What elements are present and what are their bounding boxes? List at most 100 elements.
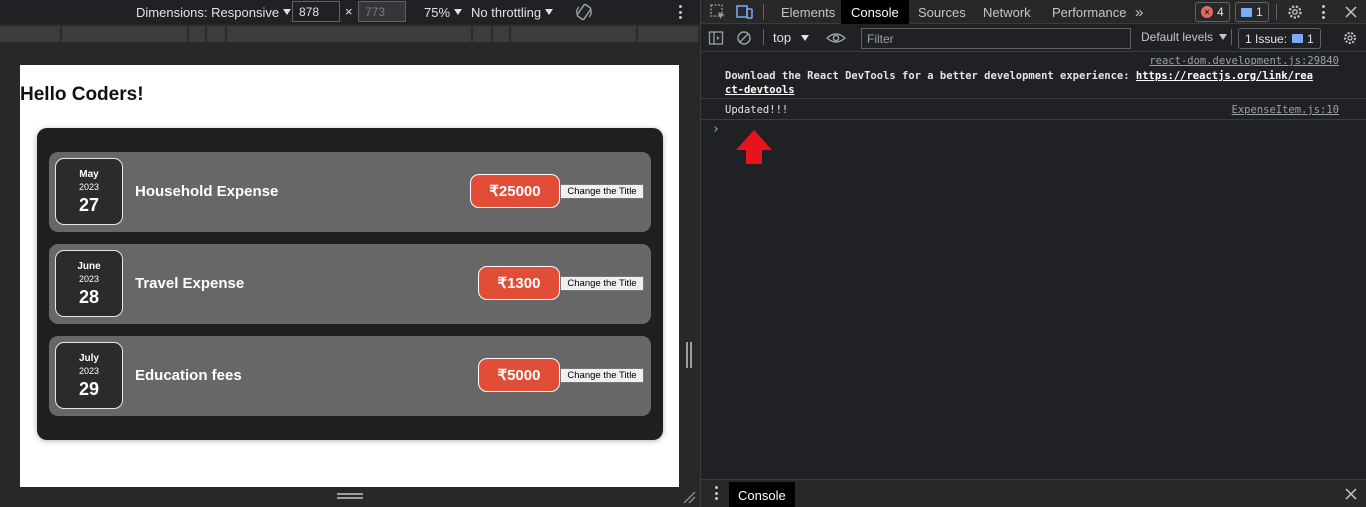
expense-month: June	[77, 261, 101, 272]
expense-title: Household Expense	[135, 183, 279, 200]
dimensions-dropdown[interactable]: Dimensions: Responsive	[136, 0, 292, 24]
issues-count: 1	[1307, 31, 1314, 46]
zoom-label: 75%	[424, 4, 451, 20]
message-icon	[1241, 7, 1252, 17]
log-levels-dropdown[interactable]: Default levels	[1141, 30, 1228, 44]
device-toolbar: Dimensions: Responsive 878 × 773 75% No …	[0, 0, 700, 24]
error-count: 4	[1217, 5, 1224, 19]
expense-item: July 2023 29 Education fees ₹5000 Change…	[49, 336, 651, 416]
throttling-label: No throttling	[471, 4, 542, 20]
ruler-segment[interactable]	[61, 26, 188, 42]
caret-down-icon	[801, 34, 810, 41]
issues-label: 1 Issue:	[1245, 31, 1288, 46]
expense-title: Travel Expense	[135, 275, 245, 292]
tab-network[interactable]: Network	[973, 0, 1041, 24]
expense-year: 2023	[78, 274, 100, 284]
sidebar-toggle-icon[interactable]	[708, 30, 724, 46]
message-count: 1	[1256, 5, 1263, 19]
more-tabs-icon[interactable]: »	[1125, 0, 1153, 24]
ruler-segment[interactable]	[189, 26, 206, 42]
more-options-icon[interactable]	[676, 3, 684, 21]
ruler-segment[interactable]	[638, 26, 698, 42]
expense-month: May	[79, 169, 99, 180]
media-query-ruler	[0, 25, 700, 43]
ruler-segment[interactable]	[472, 26, 491, 42]
live-expression-eye-icon[interactable]	[826, 30, 846, 46]
more-options-icon[interactable]	[1319, 3, 1327, 21]
change-title-button[interactable]: Change the Title	[560, 368, 644, 383]
change-title-button[interactable]: Change the Title	[560, 184, 644, 199]
corner-resize-grip-icon[interactable]	[682, 490, 696, 504]
divider	[701, 98, 1366, 99]
drawer-tab-console[interactable]: Console	[729, 482, 795, 507]
log-message-updated: Updated!!!	[725, 104, 789, 116]
context-selector[interactable]: top	[773, 30, 810, 45]
divider	[701, 119, 1366, 120]
ruler-segment[interactable]	[227, 26, 471, 42]
side-resize-handle[interactable]	[686, 342, 692, 368]
log-source-link[interactable]: ExpenseItem.js:10	[1232, 104, 1339, 116]
bottom-resize-handle[interactable]	[337, 493, 363, 501]
expense-year: 2023	[78, 366, 100, 376]
expense-date: June 2023 28	[55, 250, 123, 317]
separator	[763, 29, 764, 45]
devtools-link-cont[interactable]: ct-devtools	[725, 84, 795, 96]
clear-console-icon[interactable]	[736, 30, 752, 46]
caret-down-icon	[1219, 34, 1228, 40]
close-devtools-icon[interactable]	[1342, 3, 1360, 21]
close-drawer-icon[interactable]	[1342, 485, 1360, 503]
log-levels-label: Default levels	[1141, 30, 1214, 44]
expense-title: Education fees	[135, 367, 242, 384]
console-prompt[interactable]: ›	[712, 122, 720, 137]
ruler-segment[interactable]	[510, 26, 637, 42]
caret-down-icon	[545, 9, 554, 15]
tab-console[interactable]: Console	[841, 0, 909, 24]
expense-day: 29	[78, 379, 100, 399]
expense-item: June 2023 28 Travel Expense ₹1300 Change…	[49, 244, 651, 324]
message-count-badge[interactable]: 1	[1235, 2, 1269, 22]
page-viewport: Hello Coders! May 2023 27 Household Expe…	[20, 65, 679, 487]
devtools-link[interactable]: https://reactjs.org/link/rea	[1136, 70, 1313, 82]
times-symbol: ×	[345, 4, 353, 19]
issues-button[interactable]: 1 Issue: 1	[1238, 28, 1321, 49]
expense-year: 2023	[78, 182, 100, 192]
device-toolbar-icon[interactable]	[736, 3, 754, 21]
tab-elements[interactable]: Elements	[771, 0, 845, 24]
device-emulation-pane: Dimensions: Responsive 878 × 773 75% No …	[0, 0, 700, 507]
page-heading: Hello Coders!	[20, 84, 144, 105]
dimensions-label: Dimensions: Responsive	[136, 4, 280, 20]
console-settings-gear-icon[interactable]	[1342, 30, 1358, 46]
ruler-segment[interactable]	[492, 26, 509, 42]
error-count-badge[interactable]: × 4	[1195, 2, 1230, 22]
log-text: Download the React DevTools for a better…	[725, 70, 1136, 82]
drawer-menu-icon[interactable]	[712, 484, 720, 502]
caret-down-icon	[283, 9, 292, 15]
inspect-element-icon[interactable]	[709, 3, 727, 21]
settings-gear-icon[interactable]	[1286, 3, 1304, 21]
expense-day: 27	[78, 195, 100, 215]
expense-amount: ₹25000	[470, 174, 560, 208]
console-toolbar: top Filter Default levels 1 Issue: 1	[701, 25, 1366, 52]
throttling-dropdown[interactable]: No throttling	[471, 0, 554, 24]
error-icon: ×	[1201, 6, 1213, 18]
log-message: Download the React DevTools for a better…	[725, 69, 1313, 97]
message-icon	[1292, 34, 1304, 43]
devtools-pane: Elements Console Sources Network Perform…	[700, 0, 1366, 507]
separator	[1276, 4, 1277, 20]
tab-performance[interactable]: Performance	[1042, 0, 1136, 24]
filter-input[interactable]: Filter	[861, 28, 1131, 49]
expense-amount: ₹1300	[478, 266, 560, 300]
context-label: top	[773, 30, 792, 45]
log-source-link[interactable]: react-dom.development.js:29840	[1149, 55, 1339, 67]
ruler-segment[interactable]	[0, 26, 60, 42]
rotate-icon[interactable]	[574, 2, 594, 22]
zoom-dropdown[interactable]: 75%	[424, 0, 463, 24]
screen: Dimensions: Responsive 878 × 773 75% No …	[0, 0, 1366, 507]
tab-sources[interactable]: Sources	[908, 0, 976, 24]
red-up-arrow-icon	[736, 130, 772, 164]
expense-item: May 2023 27 Household Expense ₹25000 Cha…	[49, 152, 651, 232]
height-input[interactable]: 773	[358, 1, 406, 22]
width-input[interactable]: 878	[292, 1, 340, 22]
change-title-button[interactable]: Change the Title	[560, 276, 644, 291]
ruler-segment[interactable]	[207, 26, 226, 42]
